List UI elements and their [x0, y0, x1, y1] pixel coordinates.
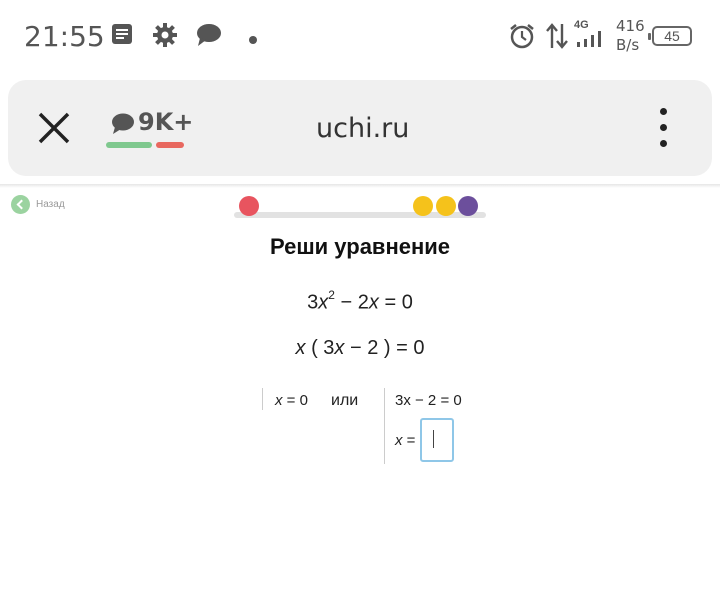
url-label[interactable]: uchi.ru [316, 113, 409, 144]
settings-gear-icon [152, 22, 178, 53]
answer-input[interactable] [420, 418, 454, 462]
notes-icon [110, 22, 134, 51]
divider-right [384, 388, 385, 464]
dot-icon [248, 32, 258, 50]
right-answer-label: x = [395, 432, 416, 449]
signal-icon [576, 30, 606, 53]
speed-value: 416 [616, 17, 645, 35]
divider-left [262, 388, 263, 410]
close-button[interactable] [36, 110, 72, 146]
status-bar: 21:55 4G 416 B/s 45 [0, 0, 720, 72]
comments-count: 9K+ [138, 108, 194, 136]
back-arrow-icon [11, 195, 30, 214]
progress-dot [458, 196, 478, 216]
rating-bar-positive [106, 142, 152, 148]
right-equation: 3x − 2 = 0 [395, 392, 462, 409]
battery-icon: 45 [648, 26, 692, 46]
speed-unit: B/s [616, 36, 640, 54]
network-speed: 416 B/s [616, 17, 645, 55]
progress-dot [413, 196, 433, 216]
task-title: Реши уравнение [269, 234, 451, 259]
left-solution: x = 0 [275, 392, 308, 409]
toolbar-shadow [0, 184, 720, 188]
battery-level: 45 [664, 28, 680, 44]
alarm-icon [508, 22, 536, 55]
progress-dot [436, 196, 456, 216]
equation-line-2: x ( 3x − 2 ) = 0 [295, 337, 425, 359]
close-icon [38, 112, 70, 144]
comments-button[interactable]: 9K+ [106, 106, 193, 152]
status-time: 21:55 [24, 20, 105, 53]
kebab-menu-icon [659, 108, 667, 115]
comment-bubble-icon [112, 113, 134, 134]
browser-toolbar: 9K+ uchi.ru [8, 80, 712, 176]
chat-bubble-icon [196, 22, 222, 53]
equation-line-1: 3x2 − 2x = 0 [307, 288, 413, 314]
or-label: или [331, 392, 359, 409]
data-arrows-icon [546, 22, 568, 55]
rating-bar-negative [156, 142, 184, 148]
back-label: Назад [36, 199, 65, 210]
progress-dot [239, 196, 259, 216]
more-options-button[interactable] [654, 108, 672, 150]
back-button[interactable]: Назад [11, 195, 65, 214]
